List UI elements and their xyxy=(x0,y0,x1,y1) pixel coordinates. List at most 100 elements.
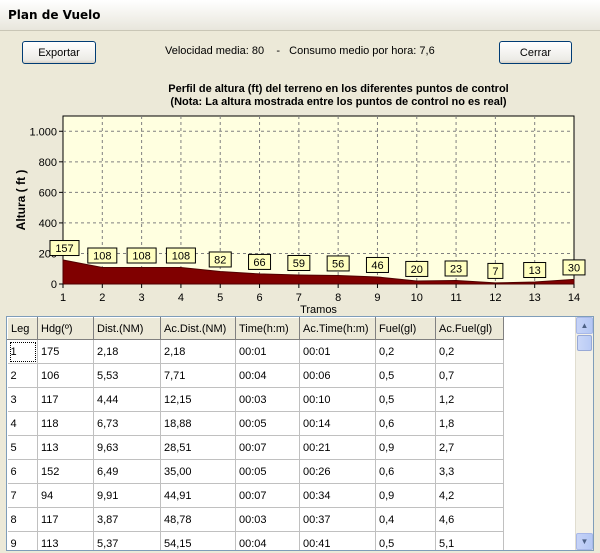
table-cell[interactable]: 1,2 xyxy=(435,387,504,412)
table-cell[interactable]: 00:21 xyxy=(299,435,376,460)
scroll-thumb[interactable] xyxy=(577,335,592,351)
table-cell[interactable]: 44,91 xyxy=(160,483,236,508)
table-cell[interactable]: 4,2 xyxy=(435,483,504,508)
table-cell[interactable]: 3,3 xyxy=(435,459,504,484)
table-cell[interactable]: 48,78 xyxy=(160,507,236,532)
table-cell[interactable]: 4,6 xyxy=(435,507,504,532)
table-row[interactable]: 3 117 4,44 12,15 00:03 00:10 0,5 1,2 xyxy=(7,387,504,412)
table-cell[interactable]: 5 xyxy=(7,435,38,460)
table-row[interactable]: 2 106 5,53 7,71 00:04 00:06 0,5 0,7 xyxy=(7,363,504,388)
table-cell[interactable]: 18,88 xyxy=(160,411,236,436)
table-cell[interactable]: 6 xyxy=(7,459,38,484)
table-cell[interactable]: 0,2 xyxy=(435,339,504,364)
table-cell[interactable]: 0,4 xyxy=(375,507,436,532)
table-cell[interactable]: 117 xyxy=(37,507,94,532)
table-cell[interactable]: 28,51 xyxy=(160,435,236,460)
table-cell[interactable]: 00:01 xyxy=(299,339,376,364)
table-cell[interactable]: 2,7 xyxy=(435,435,504,460)
table-row[interactable]: 5 113 9,63 28,51 00:07 00:21 0,9 2,7 xyxy=(7,435,504,460)
table-cell[interactable]: 00:14 xyxy=(299,411,376,436)
table-row[interactable]: 8 117 3,87 48,78 00:03 00:37 0,4 4,6 xyxy=(7,507,504,532)
table-cell[interactable]: 9,63 xyxy=(93,435,161,460)
table-cell[interactable]: 00:41 xyxy=(299,531,376,550)
table-cell[interactable]: 6,73 xyxy=(93,411,161,436)
table-cell[interactable]: 175 xyxy=(37,339,94,364)
export-button[interactable]: Exportar xyxy=(22,41,96,64)
legs-table[interactable]: Leg Hdg(º) Dist.(NM) Ac.Dist.(NM) Time(h:m) A… xyxy=(6,316,594,551)
table-cell[interactable]: 00:07 xyxy=(235,483,300,508)
table-cell[interactable]: 00:04 xyxy=(235,363,300,388)
table-cell[interactable]: 0,6 xyxy=(375,459,436,484)
table-cell[interactable]: 2,18 xyxy=(160,339,236,364)
table-cell[interactable]: 0,5 xyxy=(375,387,436,412)
column-header[interactable]: Ac.Fuel(gl) xyxy=(435,317,504,340)
table-cell[interactable]: 2,18 xyxy=(93,339,161,364)
column-header[interactable]: Time(h:m) xyxy=(235,317,300,340)
column-header[interactable]: Ac.Dist.(NM) xyxy=(160,317,236,340)
table-cell[interactable]: 0,2 xyxy=(375,339,436,364)
table-cell[interactable]: 117 xyxy=(37,387,94,412)
table-cell[interactable]: 152 xyxy=(37,459,94,484)
vertical-scrollbar[interactable]: ▲ ▼ xyxy=(575,317,593,550)
column-header[interactable]: Ac.Time(h:m) xyxy=(299,317,376,340)
table-cell[interactable]: 00:06 xyxy=(299,363,376,388)
table-cell[interactable]: 4,44 xyxy=(93,387,161,412)
column-header[interactable]: Dist.(NM) xyxy=(93,317,161,340)
table-cell[interactable]: 00:01 xyxy=(235,339,300,364)
table-cell[interactable]: 0,5 xyxy=(375,363,436,388)
table-cell[interactable]: 00:07 xyxy=(235,435,300,460)
table-cell[interactable]: 00:34 xyxy=(299,483,376,508)
column-header[interactable]: Leg xyxy=(7,317,38,340)
close-button[interactable]: Cerrar xyxy=(499,41,572,64)
table-cell[interactable]: 1 xyxy=(7,339,38,364)
table-cell[interactable]: 00:26 xyxy=(299,459,376,484)
table-cell[interactable]: 106 xyxy=(37,363,94,388)
table-cell[interactable]: 00:04 xyxy=(235,531,300,550)
table-cell[interactable]: 0,9 xyxy=(375,435,436,460)
table-cell[interactable]: 00:37 xyxy=(299,507,376,532)
scroll-up-arrow-icon[interactable]: ▲ xyxy=(576,317,593,334)
table-cell[interactable]: 5,53 xyxy=(93,363,161,388)
table-row[interactable]: 7 94 9,91 44,91 00:07 00:34 0,9 4,2 xyxy=(7,483,504,508)
table-row[interactable]: 9 113 5,37 54,15 00:04 00:41 0,5 5,1 xyxy=(7,531,504,550)
table-cell[interactable]: 1,8 xyxy=(435,411,504,436)
title-bar[interactable]: Plan de Vuelo xyxy=(0,0,600,31)
table-cell[interactable]: 5,37 xyxy=(93,531,161,550)
table-cell[interactable]: 00:03 xyxy=(235,507,300,532)
table-cell[interactable]: 35,00 xyxy=(160,459,236,484)
table-row[interactable]: 4 118 6,73 18,88 00:05 00:14 0,6 1,8 xyxy=(7,411,504,436)
column-header[interactable]: Hdg(º) xyxy=(37,317,94,340)
table-cell[interactable]: 113 xyxy=(37,435,94,460)
y-tick-label: 1.000 xyxy=(29,126,57,138)
table-cell[interactable]: 94 xyxy=(37,483,94,508)
table-cell[interactable]: 0,9 xyxy=(375,483,436,508)
table-cell[interactable]: 00:10 xyxy=(299,387,376,412)
table-row[interactable]: 1 175 2,18 2,18 00:01 00:01 0,2 0,2 xyxy=(7,339,504,364)
table-cell[interactable]: 9 xyxy=(7,531,38,550)
table-row[interactable]: 6 152 6,49 35,00 00:05 00:26 0,6 3,3 xyxy=(7,459,504,484)
table-cell[interactable]: 12,15 xyxy=(160,387,236,412)
table-cell[interactable]: 8 xyxy=(7,507,38,532)
table-cell[interactable]: 7,71 xyxy=(160,363,236,388)
table-cell[interactable]: 4 xyxy=(7,411,38,436)
table-cell[interactable]: 3 xyxy=(7,387,38,412)
table-cell[interactable]: 54,15 xyxy=(160,531,236,550)
table-cell[interactable]: 2 xyxy=(7,363,38,388)
table-cell[interactable]: 00:03 xyxy=(235,387,300,412)
table-cell[interactable]: 00:05 xyxy=(235,411,300,436)
table-cell[interactable]: 00:05 xyxy=(235,459,300,484)
table-cell[interactable]: 9,91 xyxy=(93,483,161,508)
table-cell[interactable]: 3,87 xyxy=(93,507,161,532)
scroll-down-arrow-icon[interactable]: ▼ xyxy=(576,533,593,550)
table-cell[interactable]: 113 xyxy=(37,531,94,550)
table-cell[interactable]: 5,1 xyxy=(435,531,504,550)
table-cell[interactable]: 0,6 xyxy=(375,411,436,436)
table-cell[interactable]: 118 xyxy=(37,411,94,436)
column-header[interactable]: Fuel(gl) xyxy=(375,317,436,340)
table-cell[interactable]: 7 xyxy=(7,483,38,508)
data-label: 56 xyxy=(332,258,344,270)
table-cell[interactable]: 0,7 xyxy=(435,363,504,388)
table-cell[interactable]: 0,5 xyxy=(375,531,436,550)
flight-stats: Velocidad media: 80 - Consumo medio por … xyxy=(165,45,435,57)
table-cell[interactable]: 6,49 xyxy=(93,459,161,484)
